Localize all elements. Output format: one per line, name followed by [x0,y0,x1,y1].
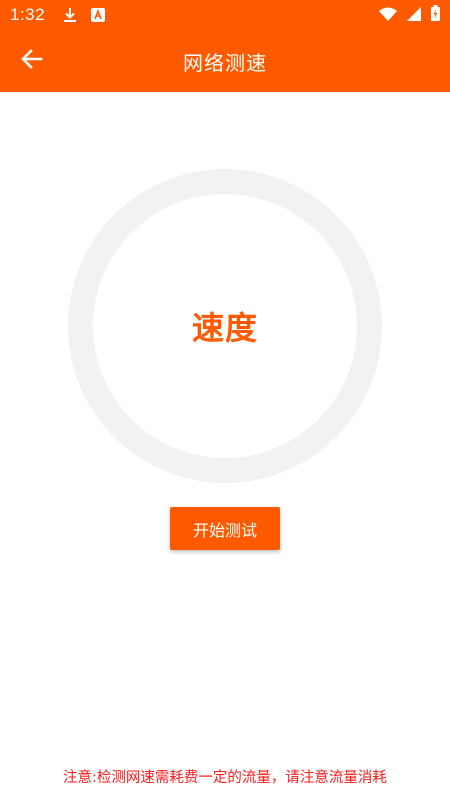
signal-icon [407,6,421,25]
page-title: 网络测速 [183,50,267,75]
download-icon [63,7,77,23]
speed-gauge: 速度 [68,169,382,483]
battery-charging-icon [431,5,440,25]
traffic-notice: 注意:检测网速需耗费一定的流量，请注意流量消耗 [63,770,387,786]
back-button[interactable] [14,43,50,79]
arrow-left-icon [20,47,44,75]
status-time: 1:32 [10,5,46,24]
start-test-button[interactable]: 开始测试 [170,507,280,550]
status-bar: 1:32 [0,0,450,30]
speed-label: 速度 [191,309,258,347]
app-bar: 网络测速 [0,30,450,92]
app-a-icon [91,8,106,22]
wifi-icon [379,6,397,25]
status-right-group [379,5,440,25]
